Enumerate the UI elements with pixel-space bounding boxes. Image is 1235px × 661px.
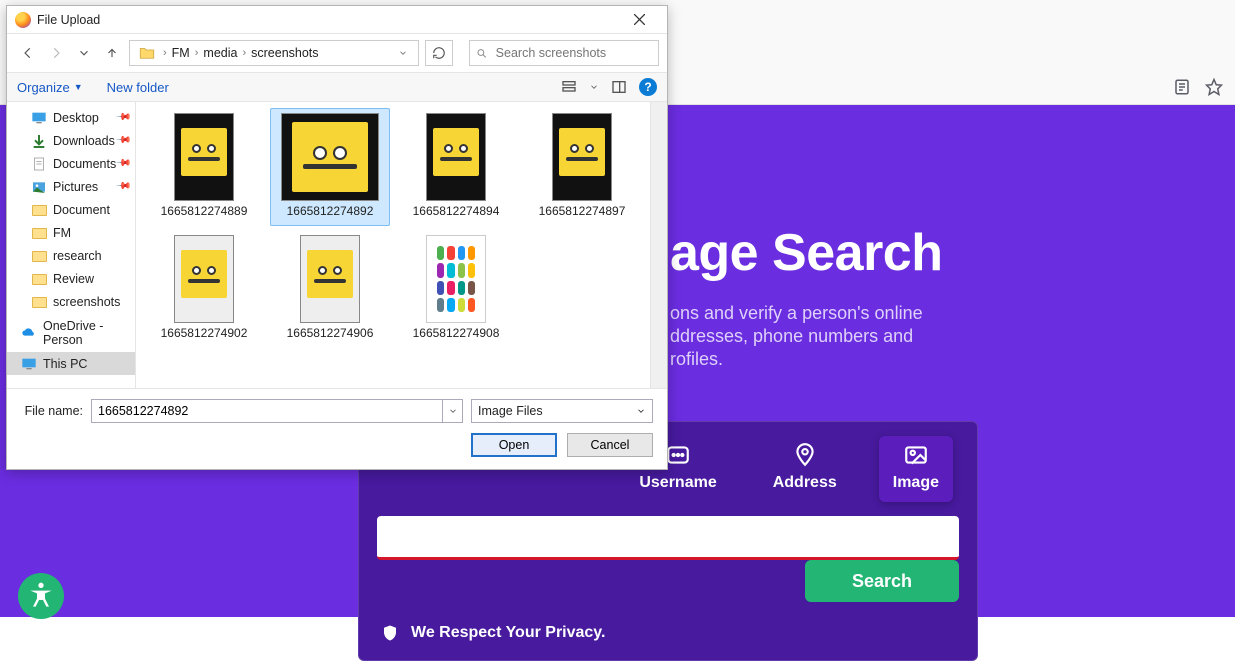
file-name: 1665812274892 — [287, 204, 374, 218]
tab-label: Image — [893, 474, 939, 492]
file-item[interactable]: 1665812274892 — [270, 108, 390, 226]
folder-icon — [138, 44, 156, 62]
desktop-icon — [31, 110, 47, 126]
reader-mode-icon[interactable] — [1173, 78, 1191, 99]
sidebar-item-this-pc[interactable]: This PC — [7, 352, 135, 375]
file-item[interactable]: 1665812274908 — [396, 230, 516, 348]
folder-icon — [31, 202, 47, 218]
downloads-icon — [31, 133, 47, 149]
pictures-icon — [31, 179, 47, 195]
file-name: 1665812274889 — [161, 204, 248, 218]
dialog-title: File Upload — [37, 13, 100, 27]
new-folder-button[interactable]: New folder — [107, 80, 169, 95]
search-icon — [476, 47, 488, 60]
sidebar-item-research[interactable]: research — [7, 244, 135, 267]
dialog-sidebar: Desktop📌 Downloads📌 Documents📌 Pictures📌… — [7, 102, 136, 388]
folder-icon — [31, 271, 47, 287]
folder-icon — [31, 225, 47, 241]
dialog-search-input[interactable] — [494, 45, 652, 61]
file-name: 1665812274894 — [413, 204, 500, 218]
folder-icon — [31, 248, 47, 264]
firefox-icon — [15, 12, 31, 28]
search-tabs: Username Address Image — [625, 436, 953, 502]
filename-input[interactable] — [91, 399, 443, 423]
privacy-text: We Respect Your Privacy. — [411, 624, 605, 642]
close-button[interactable] — [619, 9, 659, 31]
accessibility-button[interactable] — [18, 573, 64, 619]
file-name: 1665812274902 — [161, 326, 248, 340]
hero-title: age Search — [670, 223, 943, 283]
search-button[interactable]: Search — [805, 560, 959, 602]
tab-address[interactable]: Address — [759, 436, 851, 502]
scrollbar[interactable] — [650, 102, 667, 388]
sidebar-item-document[interactable]: Document — [7, 198, 135, 221]
sidebar-item-documents[interactable]: Documents📌 — [7, 152, 135, 175]
breadcrumb-item[interactable]: media — [201, 46, 239, 60]
file-upload-dialog: File Upload › FM › media › screenshots O… — [6, 5, 668, 470]
chevron-down-icon — [636, 406, 646, 416]
file-name: 1665812274897 — [539, 204, 626, 218]
tab-label: Address — [773, 474, 837, 492]
nav-forward-button — [45, 42, 67, 64]
filename-dropdown-icon[interactable] — [443, 399, 463, 423]
refresh-button[interactable] — [425, 40, 453, 66]
nav-recent-dropdown[interactable] — [73, 42, 95, 64]
help-button[interactable]: ? — [639, 78, 657, 96]
cancel-button[interactable]: Cancel — [567, 433, 653, 457]
file-item[interactable]: 1665812274906 — [270, 230, 390, 348]
filename-label: File name: — [21, 404, 83, 418]
dialog-titlebar: File Upload — [7, 6, 667, 34]
file-name: 1665812274906 — [287, 326, 374, 340]
bookmark-star-icon[interactable] — [1205, 78, 1223, 99]
sidebar-item-onedrive[interactable]: OneDrive - Person — [7, 321, 135, 344]
sidebar-item-review[interactable]: Review — [7, 267, 135, 290]
file-grid: 1665812274889 1665812274892 166581227489… — [136, 102, 650, 388]
hero-subtitle: ddresses, phone numbers and — [670, 326, 913, 347]
privacy-note: We Respect Your Privacy. — [381, 624, 605, 642]
file-item[interactable]: 1665812274902 — [144, 230, 264, 348]
dialog-search-field[interactable] — [469, 40, 659, 66]
sidebar-item-desktop[interactable]: Desktop📌 — [7, 106, 135, 129]
file-item[interactable]: 1665812274889 — [144, 108, 264, 226]
this-pc-icon — [21, 356, 37, 372]
view-dropdown-icon[interactable] — [589, 77, 599, 97]
onedrive-icon — [21, 325, 37, 341]
breadcrumb-item[interactable]: screenshots — [249, 46, 320, 60]
file-item[interactable]: 1665812274897 — [522, 108, 642, 226]
organize-menu[interactable]: Organize▼ — [17, 80, 83, 95]
sidebar-item-pictures[interactable]: Pictures📌 — [7, 175, 135, 198]
file-type-value: Image Files — [478, 404, 543, 418]
tab-image[interactable]: Image — [879, 436, 953, 502]
view-options-button[interactable] — [559, 77, 579, 97]
documents-icon — [31, 156, 47, 172]
folder-icon — [31, 294, 47, 310]
sidebar-item-fm[interactable]: FM — [7, 221, 135, 244]
hero-subtitle: ons and verify a person's online — [670, 303, 923, 324]
sidebar-item-screenshots[interactable]: screenshots — [7, 290, 135, 313]
file-item[interactable]: 1665812274894 — [396, 108, 516, 226]
image-upload-field[interactable] — [377, 516, 959, 560]
open-button[interactable]: Open — [471, 433, 557, 457]
breadcrumb-dropdown[interactable] — [392, 48, 414, 58]
preview-pane-button[interactable] — [609, 77, 629, 97]
hero-subtitle: rofiles. — [670, 349, 723, 370]
nav-up-button[interactable] — [101, 42, 123, 64]
tab-label: Username — [639, 474, 716, 492]
breadcrumb-bar[interactable]: › FM › media › screenshots — [129, 40, 419, 66]
dialog-toolbar: Organize▼ New folder ? — [7, 72, 667, 102]
sidebar-item-downloads[interactable]: Downloads📌 — [7, 129, 135, 152]
breadcrumb-item[interactable]: FM — [170, 46, 192, 60]
file-name: 1665812274908 — [413, 326, 500, 340]
dialog-nav-row: › FM › media › screenshots — [7, 34, 667, 72]
file-type-select[interactable]: Image Files — [471, 399, 653, 423]
dialog-footer: File name: Image Files Open Cancel — [7, 388, 667, 469]
nav-back-button[interactable] — [17, 42, 39, 64]
